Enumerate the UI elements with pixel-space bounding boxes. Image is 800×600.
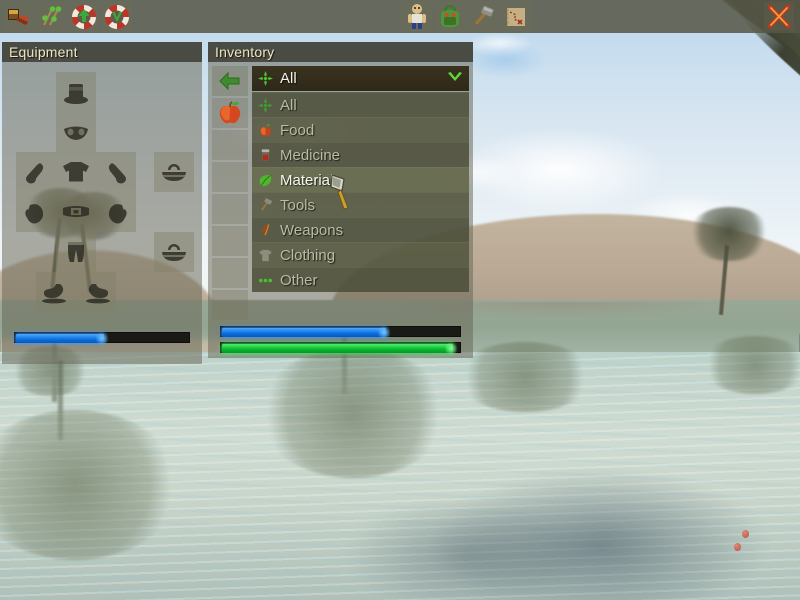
slot-bag-two[interactable]: [154, 232, 194, 272]
inventory-slot-empty[interactable]: [212, 194, 248, 224]
inventory-panel-title: Inventory: [208, 42, 473, 62]
inventory-panel-body: All All Food Medicine Material Tools Wea…: [208, 62, 473, 358]
inventory-capacity-bar-fill: [222, 341, 457, 356]
jar-icon: [258, 148, 273, 163]
slot-right-hand[interactable]: [96, 192, 136, 232]
apple-icon: [258, 123, 273, 138]
back-arrow-button[interactable]: [212, 66, 248, 96]
apple-icon: [219, 101, 241, 124]
slot-face[interactable]: [56, 112, 96, 152]
inventory-panel: Inventory All All Food Medicine Material…: [208, 42, 473, 358]
filter-option-label: Weapons: [280, 221, 344, 239]
hammer-icon[interactable]: [467, 1, 498, 32]
pickaxe-icon[interactable]: [2, 1, 33, 32]
compass-icon: [258, 71, 273, 86]
horn-icon: [258, 223, 273, 238]
slot-left-foot[interactable]: [36, 272, 76, 312]
equipment-panel: Equipment: [2, 42, 202, 364]
toolbar-center-group: [401, 1, 533, 32]
slot-left-arm[interactable]: [16, 152, 56, 192]
top-toolbar: [0, 0, 800, 33]
filter-option-material[interactable]: Material: [252, 167, 469, 192]
inventory-weight-bar[interactable]: [220, 325, 461, 340]
category-filter-selected[interactable]: All: [252, 66, 469, 91]
category-filter-options: All Food Medicine Material Tools Weapons…: [252, 92, 469, 292]
filter-option-weapons[interactable]: Weapons: [252, 217, 469, 242]
sticks-icon[interactable]: [35, 1, 66, 32]
category-filter-selected-label: All: [280, 70, 297, 87]
map-icon[interactable]: [500, 1, 531, 32]
equipment-panel-title: Equipment: [2, 42, 202, 62]
filter-option-clothing[interactable]: Clothing: [252, 242, 469, 267]
equipment-panel-body: [2, 62, 202, 364]
filter-option-label: Other: [280, 271, 318, 289]
chevron-down-icon[interactable]: [447, 70, 463, 88]
dots-icon: [258, 273, 273, 288]
backpack-icon[interactable]: [434, 1, 465, 32]
slot-torso[interactable]: [56, 152, 96, 192]
equipment-weight-bar-fill: [16, 331, 108, 346]
slot-legs[interactable]: [56, 232, 96, 272]
filter-option-all[interactable]: All: [252, 92, 469, 117]
filter-option-label: Clothing: [280, 246, 336, 264]
inventory-slot-column: [212, 66, 248, 322]
filter-option-label: All: [280, 96, 297, 114]
hammer-icon: [258, 197, 273, 213]
character-icon[interactable]: [401, 1, 432, 32]
filter-option-tools[interactable]: Tools: [252, 192, 469, 217]
slot-bag-one[interactable]: [154, 152, 194, 192]
filter-option-medicine[interactable]: Medicine: [252, 142, 469, 167]
leaf-icon: [258, 173, 273, 188]
inventory-weight-bar-fill: [222, 325, 390, 340]
palm-reflection-left: [0, 360, 220, 590]
palm-reflection-far-right: [700, 336, 800, 406]
slot-left-hand[interactable]: [16, 192, 56, 232]
filter-option-label: Material: [280, 171, 334, 189]
slot-head[interactable]: [56, 72, 96, 112]
lifering-up-icon[interactable]: [68, 1, 99, 32]
filter-option-label: Tools: [280, 196, 316, 214]
equipment-weight-bar[interactable]: [14, 331, 190, 346]
slot-belt[interactable]: [56, 192, 96, 232]
shirt-icon: [258, 248, 273, 263]
inventory-slot-empty[interactable]: [212, 258, 248, 288]
inventory-slot-empty[interactable]: [212, 290, 248, 320]
slot-right-arm[interactable]: [96, 152, 136, 192]
inventory-slot-empty[interactable]: [212, 130, 248, 160]
filter-option-food[interactable]: Food: [252, 117, 469, 142]
lifering-check-icon[interactable]: [101, 1, 132, 32]
inventory-capacity-bar[interactable]: [220, 341, 461, 356]
slot-right-foot[interactable]: [76, 272, 116, 312]
filter-option-label: Medicine: [280, 146, 341, 164]
close-icon: [767, 4, 791, 28]
compass-icon: [258, 97, 273, 113]
inventory-slot-empty[interactable]: [212, 162, 248, 192]
palm-reflection-right: [455, 342, 595, 422]
inventory-item-apple[interactable]: [212, 98, 248, 128]
berry-dot: [734, 543, 741, 551]
inventory-slot-empty[interactable]: [212, 226, 248, 256]
filter-option-other[interactable]: Other: [252, 267, 469, 292]
toolbar-left-group: [2, 1, 134, 32]
back-arrow-icon: [219, 71, 240, 91]
close-window-button[interactable]: [764, 2, 794, 31]
berry-dot: [742, 530, 749, 538]
filter-option-label: Food: [280, 121, 315, 139]
